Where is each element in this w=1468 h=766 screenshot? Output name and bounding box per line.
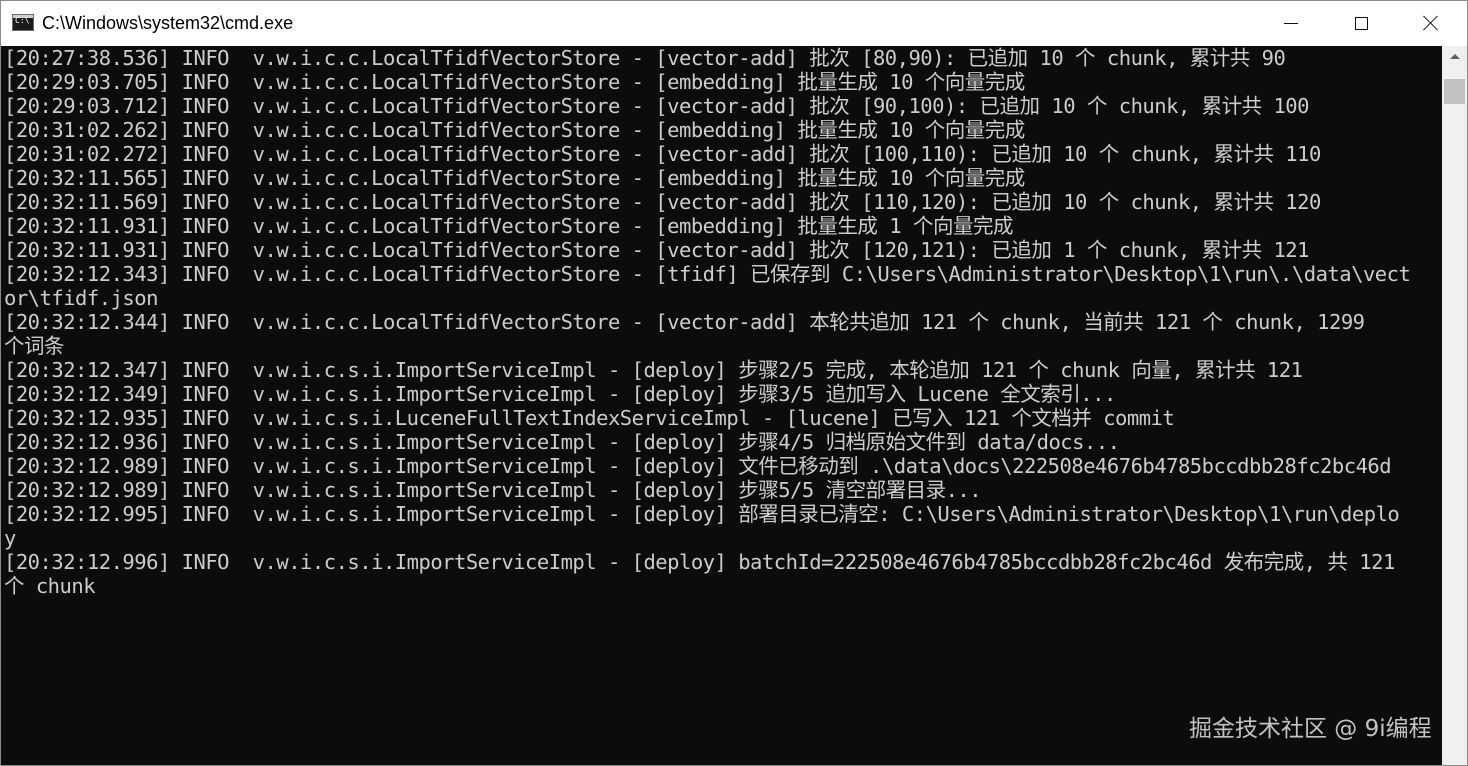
console-line: [20:32:11.931] INFO v.w.i.c.c.LocalTfidf… — [4, 238, 1310, 262]
console-line: [20:27:38.536] INFO v.w.i.c.c.LocalTfidf… — [4, 46, 1286, 70]
maximize-icon — [1354, 16, 1368, 30]
minimize-button[interactable] — [1257, 1, 1325, 45]
console-line: [20:32:12.344] INFO v.w.i.c.c.LocalTfidf… — [4, 310, 1365, 334]
minimize-icon — [1284, 22, 1298, 24]
scroll-up-arrow-icon[interactable] — [1450, 54, 1460, 59]
console-line: [20:32:11.569] INFO v.w.i.c.c.LocalTfidf… — [4, 190, 1321, 214]
cmd-icon: C:\ — [12, 14, 34, 31]
console-line: [20:32:12.343] INFO v.w.i.c.c.LocalTfidf… — [4, 262, 1411, 286]
console-line: [20:29:03.712] INFO v.w.i.c.c.LocalTfidf… — [4, 94, 1310, 118]
console-line: [20:32:12.989] INFO v.w.i.c.s.i.ImportSe… — [4, 478, 982, 502]
console-line: [20:32:12.347] INFO v.w.i.c.s.i.ImportSe… — [4, 358, 1303, 382]
title-bar[interactable]: C:\ C:\Windows\system32\cmd.exe — [1, 1, 1467, 46]
console-line: [20:32:12.995] INFO v.w.i.c.s.i.ImportSe… — [4, 502, 1400, 526]
console-line: [20:31:02.262] INFO v.w.i.c.c.LocalTfidf… — [4, 118, 1025, 142]
cmd-icon-prompt: C:\ — [15, 16, 30, 25]
maximize-button[interactable] — [1327, 1, 1395, 45]
close-icon — [1423, 15, 1439, 31]
close-button[interactable] — [1397, 1, 1465, 45]
console-line: [20:32:12.989] INFO v.w.i.c.s.i.ImportSe… — [4, 454, 1392, 478]
console-line: [20:32:12.996] INFO v.w.i.c.s.i.ImportSe… — [4, 550, 1395, 574]
console-line: 个 chunk — [4, 574, 96, 598]
console-line: [20:31:02.272] INFO v.w.i.c.c.LocalTfidf… — [4, 142, 1321, 166]
cmd-window: C:\ C:\Windows\system32\cmd.exe [20:27:3… — [0, 0, 1468, 766]
console-line: [20:32:11.565] INFO v.w.i.c.c.LocalTfidf… — [4, 166, 1025, 190]
console-output[interactable]: [20:27:38.536] INFO v.w.i.c.c.LocalTfidf… — [1, 46, 1442, 765]
scroll-thumb[interactable] — [1444, 79, 1465, 104]
console-line: [20:32:11.931] INFO v.w.i.c.c.LocalTfidf… — [4, 214, 1013, 238]
window-title: C:\Windows\system32\cmd.exe — [42, 13, 294, 33]
console-line: or\tfidf.json — [4, 286, 158, 310]
console-line: [20:32:12.349] INFO v.w.i.c.s.i.ImportSe… — [4, 382, 1116, 406]
console-line: [20:32:12.936] INFO v.w.i.c.s.i.ImportSe… — [4, 430, 1120, 454]
console-line: [20:32:12.935] INFO v.w.i.c.s.i.LuceneFu… — [4, 406, 1175, 430]
console-line: y — [4, 526, 16, 550]
console-line: 个词条 — [4, 334, 65, 358]
watermark-text: 掘金技术社区 @ 9i编程 — [1189, 716, 1432, 742]
vertical-scrollbar[interactable] — [1442, 46, 1467, 765]
console-line: [20:29:03.705] INFO v.w.i.c.c.LocalTfidf… — [4, 70, 1025, 94]
